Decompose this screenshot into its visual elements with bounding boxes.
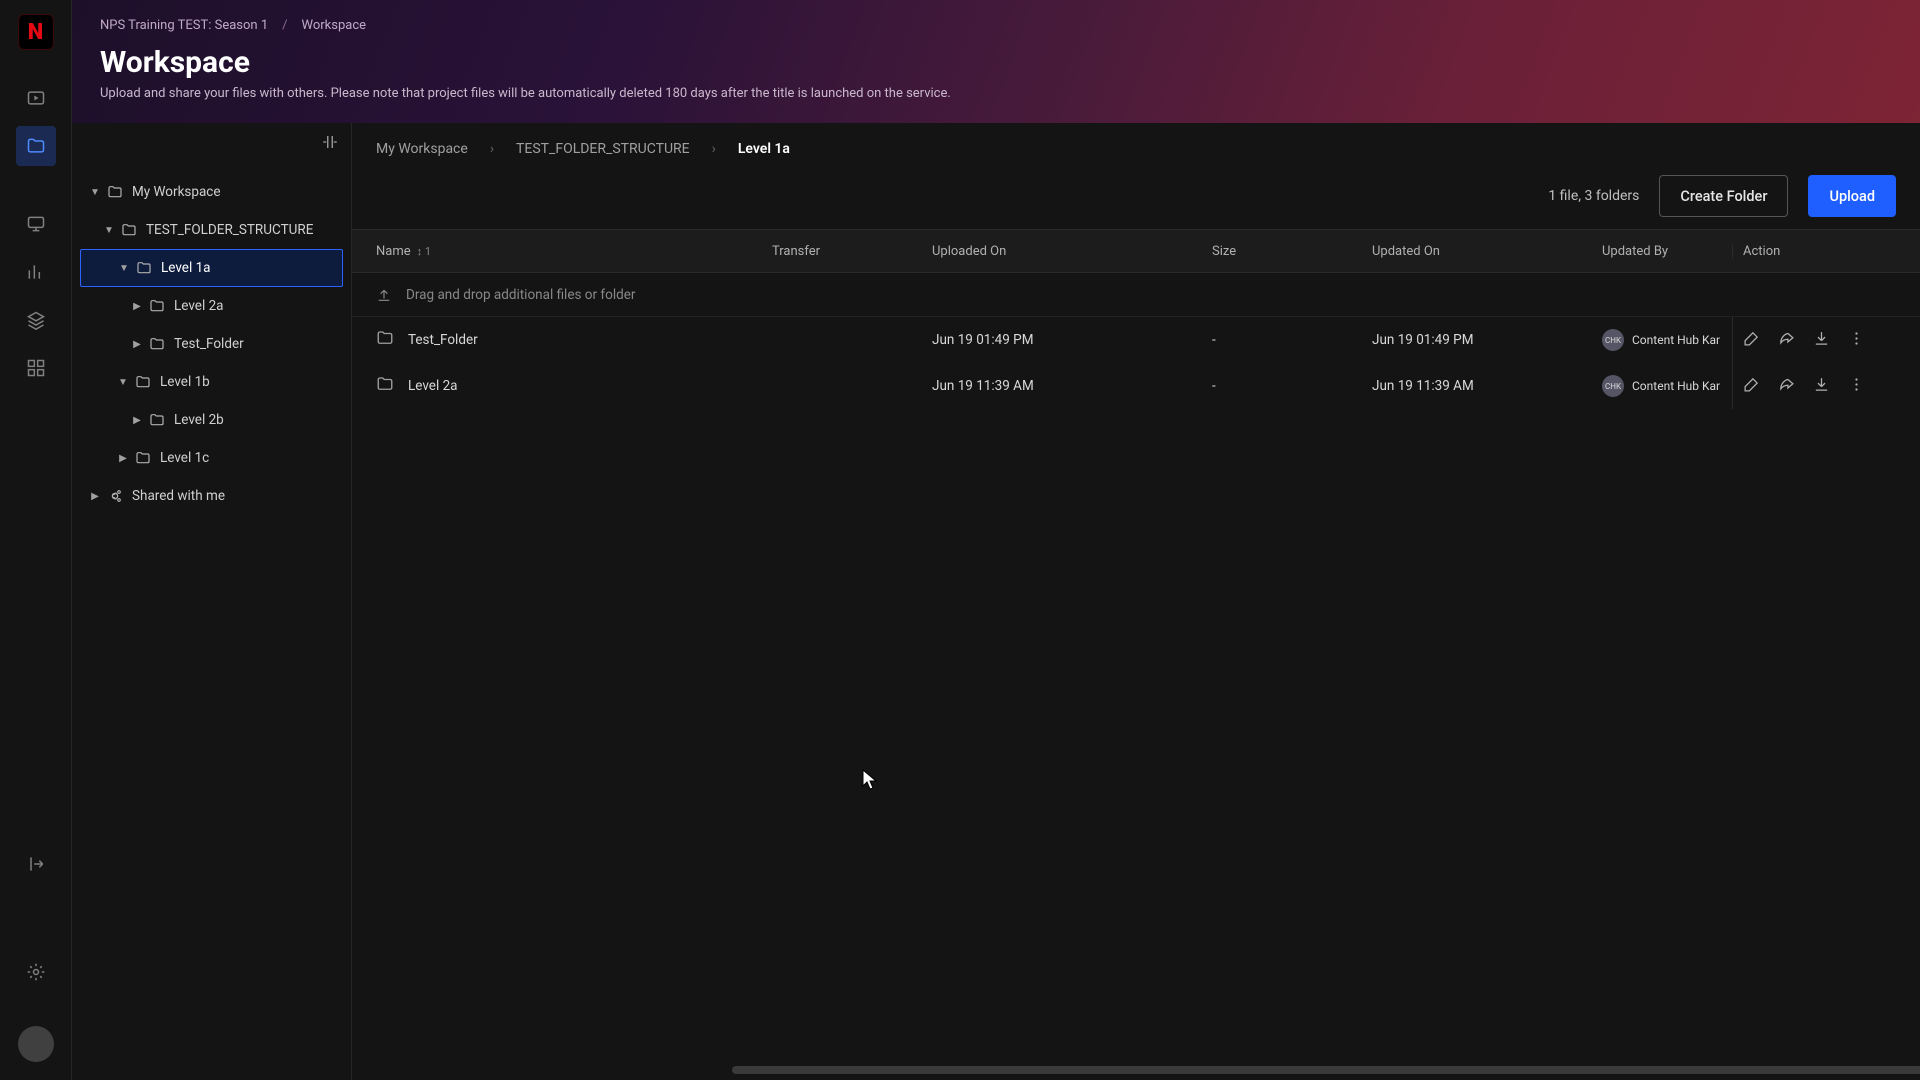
drop-zone[interactable]: Drag and drop additional files or folder bbox=[352, 273, 1920, 317]
nav-grid-icon[interactable] bbox=[16, 348, 56, 388]
user-avatar-small: CHK bbox=[1602, 329, 1624, 351]
row-updated-by: Content Hub Kar bbox=[1632, 333, 1720, 347]
tree-level-2b[interactable]: ▶Level 2b bbox=[80, 401, 343, 439]
col-action: Action bbox=[1732, 244, 1920, 259]
chevron-right-icon: › bbox=[712, 141, 716, 157]
download-icon[interactable] bbox=[1813, 376, 1830, 397]
create-folder-button[interactable]: Create Folder bbox=[1659, 175, 1788, 217]
col-updated-on[interactable]: Updated On bbox=[1372, 244, 1602, 259]
row-size: - bbox=[1212, 378, 1372, 394]
more-icon[interactable] bbox=[1848, 376, 1865, 397]
nav-play-icon[interactable] bbox=[16, 78, 56, 118]
file-table: Name↕ 1 Transfer Uploaded On Size Update… bbox=[352, 229, 1920, 1080]
upload-button[interactable]: Upload bbox=[1808, 175, 1896, 217]
row-name: Test_Folder bbox=[408, 332, 478, 348]
row-updated: Jun 19 01:49 PM bbox=[1372, 332, 1602, 348]
drop-hint-text: Drag and drop additional files or folder bbox=[406, 287, 635, 303]
edit-icon[interactable] bbox=[1743, 376, 1760, 397]
nav-monitor-icon[interactable] bbox=[16, 204, 56, 244]
tree-label: Test_Folder bbox=[174, 336, 244, 352]
page-title: Workspace bbox=[100, 45, 1892, 80]
nav-settings-icon[interactable] bbox=[16, 952, 56, 992]
col-updated-by[interactable]: Updated By bbox=[1602, 244, 1732, 259]
table-header: Name↕ 1 Transfer Uploaded On Size Update… bbox=[352, 229, 1920, 273]
row-updated: Jun 19 11:39 AM bbox=[1372, 378, 1602, 394]
brand-logo[interactable]: N bbox=[18, 14, 54, 50]
row-uploaded: Jun 19 01:49 PM bbox=[932, 332, 1212, 348]
tree-label: Level 1b bbox=[160, 374, 210, 390]
item-count: 1 file, 3 folders bbox=[1548, 188, 1639, 204]
breadcrumb-project[interactable]: NPS Training TEST: Season 1 bbox=[100, 18, 268, 33]
user-avatar[interactable] bbox=[18, 1026, 54, 1062]
folder-tree-panel: ▼My Workspace ▼TEST_FOLDER_STRUCTURE ▼Le… bbox=[72, 123, 352, 1080]
col-name[interactable]: Name↕ 1 bbox=[352, 244, 772, 259]
page-header: NPS Training TEST: Season 1 / Workspace … bbox=[72, 0, 1920, 123]
share-icon[interactable] bbox=[1778, 330, 1795, 351]
tree-my-workspace[interactable]: ▼My Workspace bbox=[80, 173, 343, 211]
nav-chart-icon[interactable] bbox=[16, 252, 56, 292]
col-uploaded-on[interactable]: Uploaded On bbox=[932, 244, 1212, 259]
folder-icon bbox=[376, 329, 394, 351]
breadcrumb-separator: / bbox=[282, 18, 287, 33]
upload-icon bbox=[376, 287, 392, 303]
row-name: Level 2a bbox=[408, 378, 458, 394]
tree-label: Level 2b bbox=[174, 412, 224, 428]
tree-test-folder-structure[interactable]: ▼TEST_FOLDER_STRUCTURE bbox=[80, 211, 343, 249]
sort-indicator-icon: ↕ 1 bbox=[417, 245, 431, 258]
more-icon[interactable] bbox=[1848, 330, 1865, 351]
left-nav-rail: N bbox=[0, 0, 72, 1080]
folder-icon bbox=[376, 375, 394, 397]
tree-level-2a[interactable]: ▶Level 2a bbox=[80, 287, 343, 325]
tree-label: Shared with me bbox=[132, 488, 225, 504]
tree-shared-with-me[interactable]: ▶Shared with me bbox=[80, 477, 343, 515]
horizontal-scrollbar[interactable] bbox=[732, 1066, 1920, 1074]
tree-label: Level 1c bbox=[160, 450, 209, 466]
mouse-cursor-icon bbox=[862, 769, 878, 791]
tree-label: Level 2a bbox=[174, 298, 224, 314]
nav-sidebar-toggle-icon[interactable] bbox=[16, 844, 56, 884]
edit-icon[interactable] bbox=[1743, 330, 1760, 351]
tree-label: My Workspace bbox=[132, 184, 221, 200]
row-updated-by: Content Hub Kar bbox=[1632, 379, 1720, 393]
nav-folder-icon[interactable] bbox=[16, 126, 56, 166]
page-subtitle: Upload and share your files with others.… bbox=[100, 86, 1892, 101]
download-icon[interactable] bbox=[1813, 330, 1830, 351]
tree-test-folder[interactable]: ▶Test_Folder bbox=[80, 325, 343, 363]
user-avatar-small: CHK bbox=[1602, 375, 1624, 397]
tree-label: Level 1a bbox=[161, 260, 211, 276]
table-row[interactable]: Test_Folder Jun 19 01:49 PM - Jun 19 01:… bbox=[352, 317, 1920, 363]
col-transfer[interactable]: Transfer bbox=[772, 244, 932, 259]
share-icon[interactable] bbox=[1778, 376, 1795, 397]
path-breadcrumb: My Workspace › TEST_FOLDER_STRUCTURE › L… bbox=[352, 123, 1920, 175]
crumb-test-folder-structure[interactable]: TEST_FOLDER_STRUCTURE bbox=[516, 141, 690, 157]
tree-label: TEST_FOLDER_STRUCTURE bbox=[146, 222, 313, 238]
breadcrumb: NPS Training TEST: Season 1 / Workspace bbox=[100, 18, 1892, 33]
crumb-current: Level 1a bbox=[738, 141, 790, 157]
row-size: - bbox=[1212, 332, 1372, 348]
tree-level-1b[interactable]: ▼Level 1b bbox=[80, 363, 343, 401]
crumb-my-workspace[interactable]: My Workspace bbox=[376, 141, 468, 157]
table-row[interactable]: Level 2a Jun 19 11:39 AM - Jun 19 11:39 … bbox=[352, 363, 1920, 409]
chevron-right-icon: › bbox=[490, 141, 494, 157]
collapse-tree-icon[interactable] bbox=[321, 133, 339, 155]
tree-level-1c[interactable]: ▶Level 1c bbox=[80, 439, 343, 477]
row-uploaded: Jun 19 11:39 AM bbox=[932, 378, 1212, 394]
tree-level-1a[interactable]: ▼Level 1a bbox=[80, 249, 343, 287]
breadcrumb-section: Workspace bbox=[302, 18, 367, 33]
nav-layers-icon[interactable] bbox=[16, 300, 56, 340]
col-size[interactable]: Size bbox=[1212, 244, 1372, 259]
